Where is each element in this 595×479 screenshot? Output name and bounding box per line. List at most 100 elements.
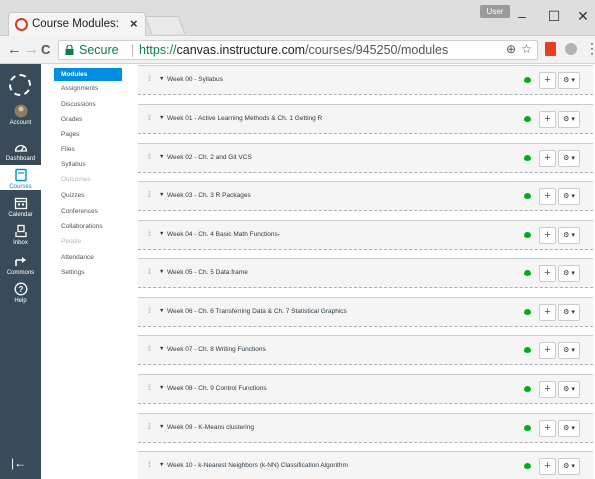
drag-handle-icon[interactable]: ⁞⁞ — [148, 269, 151, 276]
published-cloud-icon[interactable] — [524, 270, 531, 276]
module-settings-button[interactable]: ⚙ ▾ — [558, 150, 580, 167]
published-cloud-icon[interactable] — [524, 386, 531, 392]
add-item-button[interactable]: + — [539, 420, 556, 437]
close-window-button[interactable]: ✕ — [573, 8, 593, 25]
browser-profile-chip[interactable]: User — [480, 5, 510, 18]
module-settings-button[interactable]: ⚙ ▾ — [558, 304, 580, 321]
global-nav-calendar[interactable]: Calendar — [0, 196, 41, 218]
module-header[interactable]: ⁞⁞ ▼ Week 06 - Ch. 6 Transferring Data & C… — [138, 297, 593, 327]
course-nav-modules[interactable]: Modules — [54, 68, 122, 81]
global-nav-commons[interactable]: Commons — [0, 254, 41, 276]
module-title[interactable]: Week 02 - Ch. 2 and Git VCS — [167, 154, 252, 161]
course-nav-quizzes[interactable]: Quizzes — [61, 192, 84, 199]
back-button[interactable]: ← — [7, 41, 22, 58]
course-nav-assignments[interactable]: Assignments — [61, 85, 98, 92]
module-header[interactable]: ⁞⁞ ▼ Week 03 - Ch. 3 R Packages + ⚙ ▾ — [138, 181, 593, 211]
minimize-button[interactable]: – — [512, 8, 532, 24]
module-title[interactable]: Week 09 - K-Means clustering — [167, 424, 254, 431]
published-cloud-icon[interactable] — [524, 232, 531, 238]
published-cloud-icon[interactable] — [524, 193, 531, 199]
reload-button[interactable]: C — [41, 42, 50, 57]
module-header[interactable]: ⁞⁞ ▼ Week 00 - Syllabus + ⚙ ▾ — [138, 65, 593, 95]
module-header[interactable]: ⁞⁞ ▼ Week 04 - Ch. 4 Basic Math Functions-… — [138, 220, 593, 250]
global-nav-courses[interactable]: Courses — [0, 165, 41, 190]
published-cloud-icon[interactable] — [524, 463, 531, 469]
collapse-caret-icon[interactable]: ▼ — [159, 385, 164, 391]
drag-handle-icon[interactable]: ⁞⁞ — [148, 115, 151, 122]
global-nav-dashboard[interactable]: Dashboard — [0, 140, 41, 162]
module-title[interactable]: Week 07 - Ch. 8 Writing Functions — [167, 346, 266, 353]
global-nav-account[interactable]: Account — [0, 104, 41, 130]
module-settings-button[interactable]: ⚙ ▾ — [558, 420, 580, 437]
module-title[interactable]: Week 03 - Ch. 3 R Packages — [167, 192, 251, 199]
module-header[interactable]: ⁞⁞ ▼ Week 10 - k-Nearest Neighbors (k-NN) … — [138, 451, 593, 479]
collapse-caret-icon[interactable]: ▼ — [159, 231, 164, 237]
extension-icon[interactable] — [565, 43, 577, 55]
module-settings-button[interactable]: ⚙ ▾ — [558, 381, 580, 398]
collapse-caret-icon[interactable]: ▼ — [159, 154, 164, 160]
add-item-button[interactable]: + — [539, 111, 556, 128]
course-nav-outcomes[interactable]: Outcomes — [61, 176, 91, 183]
collapse-caret-icon[interactable]: ▼ — [159, 346, 164, 352]
published-cloud-icon[interactable] — [524, 347, 531, 353]
drag-handle-icon[interactable]: ⁞⁞ — [148, 424, 151, 431]
collapse-caret-icon[interactable]: ▼ — [159, 269, 164, 275]
office-extension-icon[interactable] — [545, 42, 556, 56]
collapse-caret-icon[interactable]: ▼ — [159, 76, 164, 82]
course-nav-conferences[interactable]: Conferences — [61, 208, 98, 215]
course-nav-collaborations[interactable]: Collaborations — [61, 223, 103, 230]
module-settings-button[interactable]: ⚙ ▾ — [558, 458, 580, 475]
drag-handle-icon[interactable]: ⁞⁞ — [148, 385, 151, 392]
course-nav-syllabus[interactable]: Syllabus — [61, 161, 86, 168]
add-item-button[interactable]: + — [539, 458, 556, 475]
module-settings-button[interactable]: ⚙ ▾ — [558, 227, 580, 244]
drag-handle-icon[interactable]: ⁞⁞ — [148, 346, 151, 353]
course-nav-pages[interactable]: Pages — [61, 131, 79, 138]
collapse-nav-button[interactable]: |← — [11, 456, 26, 470]
browser-tab[interactable]: Course Modules: SSCRL × — [8, 12, 146, 36]
url-input[interactable]: Secure https://canvas.instructure.com/co… — [58, 40, 538, 60]
course-nav-grades[interactable]: Grades — [61, 116, 82, 123]
module-title[interactable]: Week 05 - Ch. 5 Data.frame — [167, 269, 248, 276]
module-settings-button[interactable]: ⚙ ▾ — [558, 188, 580, 205]
add-item-button[interactable]: + — [539, 72, 556, 89]
add-item-button[interactable]: + — [539, 265, 556, 282]
module-settings-button[interactable]: ⚙ ▾ — [558, 342, 580, 359]
module-title[interactable]: Week 00 - Syllabus — [167, 76, 223, 83]
global-nav-inbox[interactable]: Inbox — [0, 224, 41, 246]
add-item-button[interactable]: + — [539, 188, 556, 205]
zoom-icon[interactable]: ⊕ — [506, 42, 516, 56]
canvas-logo-icon[interactable] — [9, 74, 31, 96]
drag-handle-icon[interactable]: ⁞⁞ — [148, 308, 151, 315]
add-item-button[interactable]: + — [539, 150, 556, 167]
collapse-caret-icon[interactable]: ▼ — [159, 192, 164, 198]
module-header[interactable]: ⁞⁞ ▼ Week 01 - Active Learning Methods & C… — [138, 104, 593, 134]
add-item-button[interactable]: + — [539, 304, 556, 321]
drag-handle-icon[interactable]: ⁞⁞ — [148, 154, 151, 161]
module-title[interactable]: Week 06 - Ch. 6 Transferring Data & Ch. … — [167, 308, 347, 315]
drag-handle-icon[interactable]: ⁞⁞ — [148, 76, 151, 83]
collapse-caret-icon[interactable]: ▼ — [159, 424, 164, 430]
course-nav-files[interactable]: Files — [61, 146, 75, 153]
published-cloud-icon[interactable] — [524, 155, 531, 161]
published-cloud-icon[interactable] — [524, 77, 531, 83]
drag-handle-icon[interactable]: ⁞⁞ — [148, 192, 151, 199]
published-cloud-icon[interactable] — [524, 309, 531, 315]
published-cloud-icon[interactable] — [524, 425, 531, 431]
add-item-button[interactable]: + — [539, 381, 556, 398]
module-header[interactable]: ⁞⁞ ▼ Week 09 - K-Means clustering + ⚙ ▾ — [138, 413, 593, 443]
browser-menu-icon[interactable]: ⋮ — [585, 40, 595, 57]
add-item-button[interactable]: + — [539, 227, 556, 244]
module-title[interactable]: Week 08 - Ch. 9 Control Functions — [167, 385, 267, 392]
module-header[interactable]: ⁞⁞ ▼ Week 05 - Ch. 5 Data.frame + ⚙ ▾ — [138, 258, 593, 288]
forward-button[interactable]: → — [24, 41, 39, 58]
module-settings-button[interactable]: ⚙ ▾ — [558, 111, 580, 128]
collapse-caret-icon[interactable]: ▼ — [159, 115, 164, 121]
maximize-button[interactable]: ☐ — [544, 8, 564, 25]
course-nav-people[interactable]: People — [61, 238, 81, 245]
module-settings-button[interactable]: ⚙ ▾ — [558, 265, 580, 282]
module-header[interactable]: ⁞⁞ ▼ Week 08 - Ch. 9 Control Functions + ⚙ ▾ — [138, 374, 593, 404]
module-title[interactable]: Week 01 - Active Learning Methods & Ch. … — [167, 115, 322, 122]
new-tab-button[interactable] — [144, 16, 186, 34]
add-item-button[interactable]: + — [539, 342, 556, 359]
